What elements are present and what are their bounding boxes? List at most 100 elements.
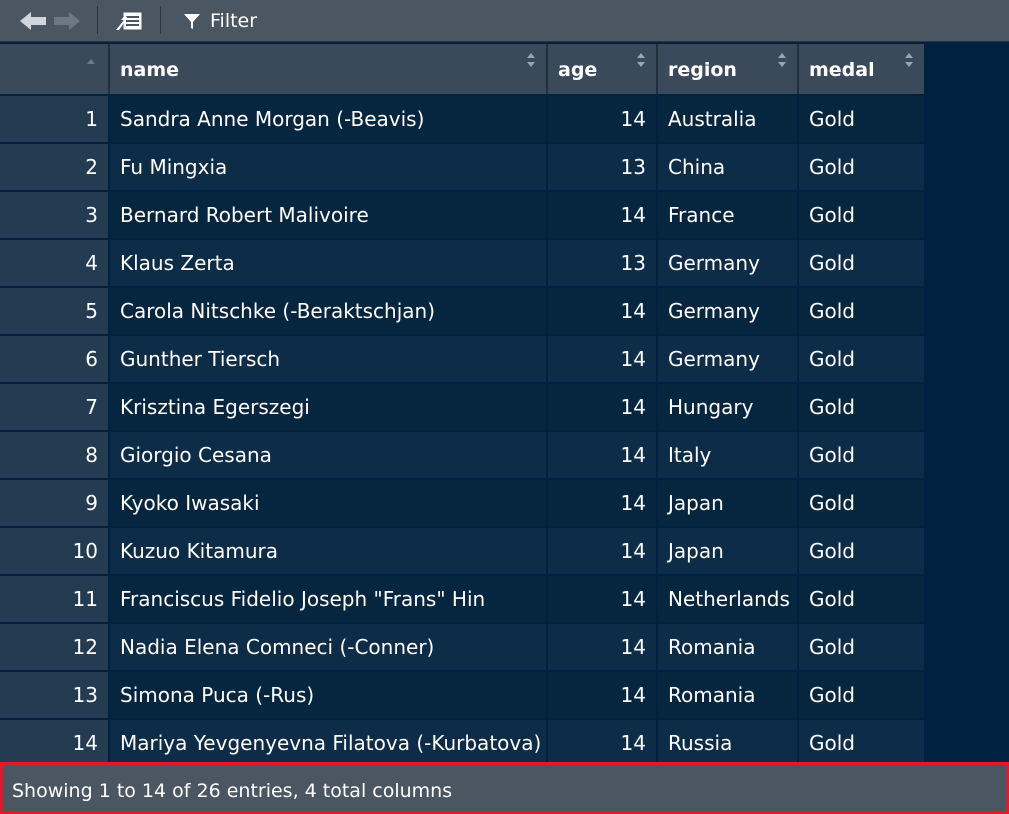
cell-region: Romania (658, 672, 797, 718)
sort-icon (637, 53, 645, 67)
cell-region: Hungary (658, 384, 797, 430)
table-header: name age region medal (0, 44, 924, 94)
cell-medal: Gold (799, 96, 924, 142)
cell-name: Franciscus Fidelio Joseph "Frans" Hin (110, 576, 546, 622)
export-button[interactable] (114, 8, 144, 34)
table-row[interactable]: 4 Klaus Zerta 13 Germany Gold (0, 240, 924, 286)
cell-age: 14 (548, 480, 656, 526)
cell-age: 14 (548, 528, 656, 574)
cell-name: Sandra Anne Morgan (-Beavis) (110, 96, 546, 142)
row-index: 13 (0, 672, 108, 718)
table-row[interactable]: 13 Simona Puca (-Rus) 14 Romania Gold (0, 672, 924, 718)
filter-icon (184, 14, 200, 29)
table-row[interactable]: 10 Kuzuo Kitamura 14 Japan Gold (0, 528, 924, 574)
sort-icon (527, 53, 535, 67)
table-row[interactable]: 8 Giorgio Cesana 14 Italy Gold (0, 432, 924, 478)
cell-name: Bernard Robert Malivoire (110, 192, 546, 238)
filter-label: Filter (210, 10, 258, 32)
cell-region: Germany (658, 240, 797, 286)
cell-region: Germany (658, 336, 797, 382)
entries-summary: Showing 1 to 14 of 26 entries, 4 total c… (12, 780, 453, 802)
cell-name: Fu Mingxia (110, 144, 546, 190)
forward-button[interactable] (52, 8, 82, 34)
export-icon (116, 11, 143, 31)
back-button[interactable] (18, 8, 48, 34)
cell-name: Kyoko Iwasaki (110, 480, 546, 526)
cell-medal: Gold (799, 624, 924, 670)
toolbar-separator (97, 6, 98, 34)
cell-age: 14 (548, 576, 656, 622)
row-index: 7 (0, 384, 108, 430)
table-row[interactable]: 5 Carola Nitschke (-Beraktschjan) 14 Ger… (0, 288, 924, 334)
cell-region: Italy (658, 432, 797, 478)
column-header-label: name (120, 59, 180, 81)
cell-age: 13 (548, 240, 656, 286)
back-arrow-icon (20, 12, 46, 30)
cell-name: Carola Nitschke (-Beraktschjan) (110, 288, 546, 334)
table-row[interactable]: 3 Bernard Robert Malivoire 14 France Gol… (0, 192, 924, 238)
row-index: 8 (0, 432, 108, 478)
row-index-header[interactable] (0, 44, 110, 94)
cell-region: Australia (658, 96, 797, 142)
row-index: 9 (0, 480, 108, 526)
table-row[interactable]: 14 Mariya Yevgenyevna Filatova (-Kurbato… (0, 720, 924, 762)
cell-medal: Gold (799, 528, 924, 574)
cell-name: Gunther Tiersch (110, 336, 546, 382)
cell-region: Netherlands (658, 576, 797, 622)
status-bar: Showing 1 to 14 of 26 entries, 4 total c… (0, 762, 1009, 814)
row-index: 2 (0, 144, 108, 190)
cell-region: China (658, 144, 797, 190)
cell-region: France (658, 192, 797, 238)
cell-medal: Gold (799, 288, 924, 334)
filter-button[interactable]: Filter (182, 8, 257, 34)
row-index: 11 (0, 576, 108, 622)
cell-age: 13 (548, 144, 656, 190)
column-header-label: region (668, 59, 737, 81)
cell-name: Giorgio Cesana (110, 432, 546, 478)
cell-region: Japan (658, 528, 797, 574)
table-row[interactable]: 9 Kyoko Iwasaki 14 Japan Gold (0, 480, 924, 526)
cell-age: 14 (548, 96, 656, 142)
cell-age: 14 (548, 192, 656, 238)
cell-age: 14 (548, 288, 656, 334)
column-header-region[interactable]: region (658, 44, 799, 94)
table-row[interactable]: 7 Krisztina Egerszegi 14 Hungary Gold (0, 384, 924, 430)
row-index: 6 (0, 336, 108, 382)
cell-name: Mariya Yevgenyevna Filatova (-Kurbatova) (110, 720, 546, 762)
cell-age: 14 (548, 384, 656, 430)
cell-medal: Gold (799, 720, 924, 762)
table-row[interactable]: 6 Gunther Tiersch 14 Germany Gold (0, 336, 924, 382)
row-index: 14 (0, 720, 108, 762)
table-row[interactable]: 12 Nadia Elena Comneci (-Conner) 14 Roma… (0, 624, 924, 670)
forward-arrow-icon (54, 12, 80, 30)
column-header-age[interactable]: age (548, 44, 658, 94)
cell-age: 14 (548, 432, 656, 478)
row-index: 4 (0, 240, 108, 286)
cell-age: 14 (548, 624, 656, 670)
cell-name: Kuzuo Kitamura (110, 528, 546, 574)
cell-age: 14 (548, 672, 656, 718)
column-header-medal[interactable]: medal (799, 44, 924, 94)
data-viewer-toolbar: Filter (0, 0, 1009, 42)
cell-medal: Gold (799, 384, 924, 430)
row-index: 3 (0, 192, 108, 238)
row-index: 12 (0, 624, 108, 670)
row-index: 10 (0, 528, 108, 574)
cell-medal: Gold (799, 480, 924, 526)
cell-age: 14 (548, 336, 656, 382)
column-header-label: medal (809, 59, 875, 81)
cell-medal: Gold (799, 432, 924, 478)
cell-name: Simona Puca (-Rus) (110, 672, 546, 718)
cell-medal: Gold (799, 192, 924, 238)
cell-age: 14 (548, 720, 656, 762)
cell-medal: Gold (799, 144, 924, 190)
column-header-name[interactable]: name (110, 44, 548, 94)
cell-name: Klaus Zerta (110, 240, 546, 286)
table-row[interactable]: 2 Fu Mingxia 13 China Gold (0, 144, 924, 190)
cell-medal: Gold (799, 336, 924, 382)
table-row[interactable]: 11 Franciscus Fidelio Joseph "Frans" Hin… (0, 576, 924, 622)
table-row[interactable]: 1 Sandra Anne Morgan (-Beavis) 14 Austra… (0, 96, 924, 142)
cell-region: Russia (658, 720, 797, 762)
cell-medal: Gold (799, 672, 924, 718)
sort-indicator-icon (87, 59, 95, 64)
